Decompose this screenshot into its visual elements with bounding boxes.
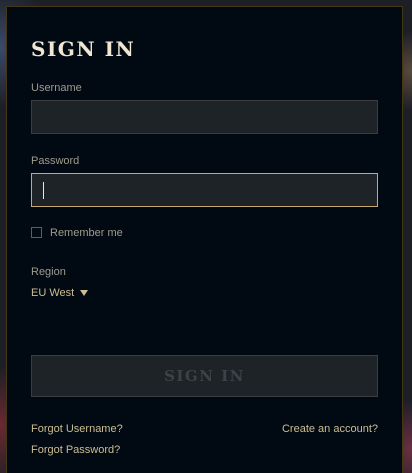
region-value: EU West (31, 287, 75, 299)
dropdown-arrow-icon (80, 290, 89, 296)
page-title: SIGN IN (31, 37, 136, 61)
username-field[interactable] (31, 100, 378, 134)
forgot-username-link[interactable]: Forgot Username? (31, 423, 123, 435)
remember-me-label[interactable]: Remember me (50, 227, 123, 239)
create-account-link[interactable]: Create an account? (282, 423, 378, 435)
forgot-password-link[interactable]: Forgot Password? (31, 444, 120, 456)
signin-panel: SIGN IN Username Password Remember me Re… (6, 6, 403, 473)
sign-in-button[interactable]: SIGN IN (31, 355, 378, 397)
region-label: Region (31, 266, 66, 278)
password-label: Password (31, 155, 80, 167)
region-dropdown[interactable]: EU West (31, 287, 89, 299)
text-cursor (43, 182, 44, 199)
password-field[interactable] (31, 173, 378, 207)
username-label: Username (31, 82, 82, 94)
remember-me-checkbox[interactable] (31, 227, 42, 238)
